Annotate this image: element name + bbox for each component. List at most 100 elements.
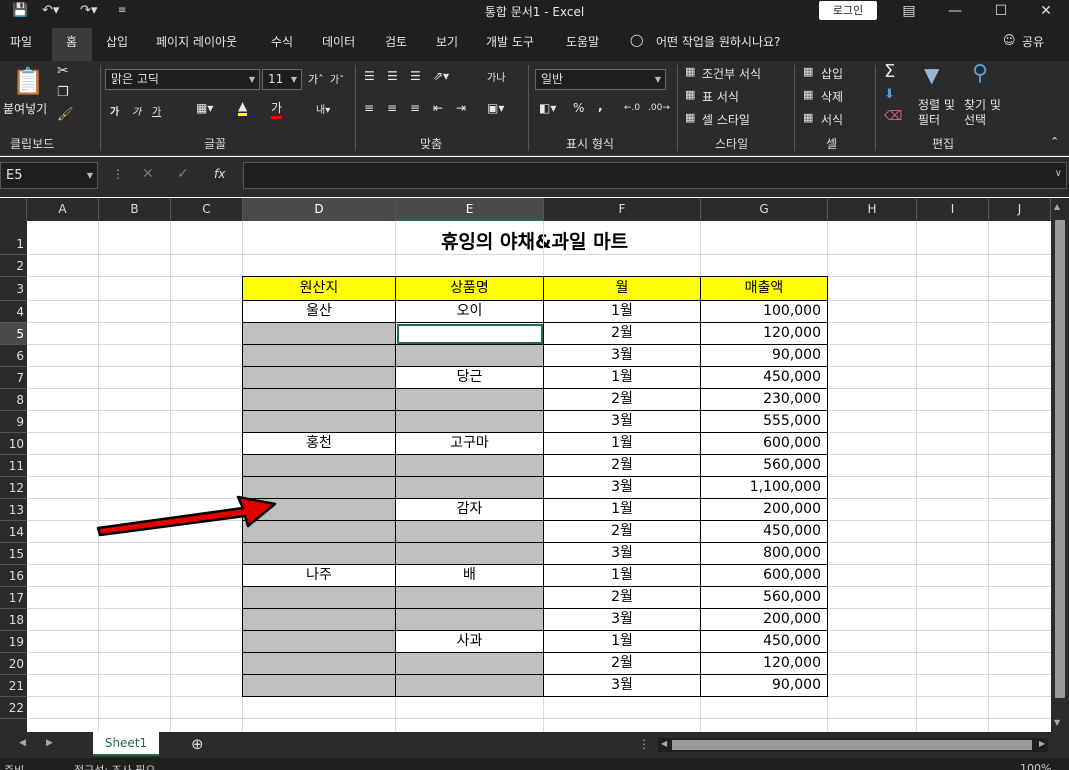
cell-style-icon[interactable]: ▦ [685, 111, 695, 124]
fill-icon[interactable]: ⬇ [884, 87, 895, 102]
col-header-c[interactable]: C [171, 198, 243, 221]
bold-button[interactable]: 가 [110, 103, 119, 118]
month-cell[interactable]: 3월 [543, 608, 701, 631]
row-header-1[interactable]: 1 [0, 221, 27, 255]
ribbon-display-icon[interactable]: ▤ [886, 0, 932, 23]
row-header-9[interactable]: 9 [0, 411, 27, 433]
font-size-select[interactable]: 11 ▼ [262, 69, 302, 90]
month-cell[interactable]: 1월 [543, 366, 701, 389]
tab-view[interactable]: 보기 [436, 33, 458, 50]
tab-developer[interactable]: 개발 도구 [486, 33, 534, 50]
sales-cell[interactable]: 200,000 [700, 608, 828, 631]
row-header-2[interactable]: 2 [0, 255, 27, 277]
border-icon[interactable]: ▦▾ [196, 101, 213, 115]
month-cell[interactable]: 3월 [543, 344, 701, 367]
origin-cell[interactable] [242, 322, 396, 345]
cond-format-icon[interactable]: ▦ [685, 65, 695, 78]
product-cell[interactable]: 오이 [395, 300, 544, 323]
product-cell[interactable]: 감자 [395, 498, 544, 521]
name-box[interactable]: E5 ▼ [0, 162, 98, 189]
autosum-icon[interactable]: Σ [884, 61, 895, 82]
font-name-select[interactable]: 맑은 고딕 ▼ [105, 69, 260, 90]
product-cell[interactable]: 배 [395, 564, 544, 587]
share-button[interactable]: 공유 [1022, 33, 1044, 50]
delete-cells-icon[interactable]: ▦ [803, 88, 813, 101]
origin-cell[interactable]: 울산 [242, 300, 396, 323]
decrease-font-icon[interactable]: 가ˇ [330, 71, 344, 86]
horizontal-scroll-thumb[interactable] [672, 740, 1032, 750]
sales-cell[interactable]: 600,000 [700, 432, 828, 455]
origin-cell[interactable] [242, 410, 396, 433]
cut-icon[interactable]: ✂ [57, 63, 69, 79]
tab-page-layout[interactable]: 페이지 레이아웃 [156, 33, 237, 50]
row-header-8[interactable]: 8 [0, 389, 27, 411]
product-cell[interactable] [395, 476, 544, 499]
month-cell[interactable]: 1월 [543, 498, 701, 521]
origin-cell[interactable] [242, 454, 396, 477]
insert-cells-button[interactable]: 삽입 [821, 65, 843, 82]
origin-cell[interactable] [242, 542, 396, 565]
prev-sheet-icon[interactable]: ◀ [19, 738, 26, 748]
row-header-16[interactable]: 16 [0, 565, 27, 587]
merge-center-icon[interactable]: ▣▾ [487, 101, 504, 115]
origin-cell[interactable]: 나주 [242, 564, 396, 587]
paste-button[interactable]: 붙여넣기 [3, 100, 47, 117]
col-header-j[interactable]: J [989, 198, 1051, 221]
underline-button[interactable]: 가 [152, 103, 161, 118]
sales-cell[interactable]: 555,000 [700, 410, 828, 433]
origin-cell[interactable] [242, 586, 396, 609]
row-header-14[interactable]: 14 [0, 521, 27, 543]
paste-icon[interactable]: 📋 [12, 67, 44, 97]
cond-format-button[interactable]: 조건부 서식 [702, 65, 761, 82]
sales-cell[interactable]: 230,000 [700, 388, 828, 411]
product-cell[interactable] [395, 520, 544, 543]
accessibility-status[interactable]: 접근성: 조사 필요 [74, 762, 156, 770]
align-bottom-icon[interactable]: ☰ [410, 69, 421, 83]
row-header-20[interactable]: 20 [0, 653, 27, 675]
product-cell[interactable]: 당근 [395, 366, 544, 389]
col-header-e[interactable]: E [396, 198, 544, 221]
tell-me-search[interactable]: 어떤 작업을 원하시나요? [656, 33, 780, 50]
scroll-down-icon[interactable]: ▼ [1054, 718, 1060, 727]
header-cell-e[interactable]: 상품명 [395, 276, 544, 301]
align-right-icon[interactable]: ≡ [410, 101, 420, 115]
product-cell[interactable] [395, 344, 544, 367]
format-cells-button[interactable]: 서식 [821, 111, 843, 128]
align-left-icon[interactable]: ≡ [364, 101, 374, 115]
month-cell[interactable]: 2월 [543, 652, 701, 675]
sales-cell[interactable]: 120,000 [700, 652, 828, 675]
sales-cell[interactable]: 450,000 [700, 630, 828, 653]
origin-cell[interactable] [242, 608, 396, 631]
tab-home[interactable]: 홈 [66, 33, 77, 50]
sales-cell[interactable]: 800,000 [700, 542, 828, 565]
cell-grid[interactable]: 휴잉의 야채&과일 마트 원산지 상품명 월 매출액 울산 오이 1월 100,000 2월 12… [27, 221, 1051, 732]
sales-cell[interactable]: 90,000 [700, 344, 828, 367]
fill-color-icon[interactable]: ▲ [238, 99, 248, 116]
wrap-text-button[interactable]: 가나 [487, 69, 505, 84]
product-cell[interactable] [395, 542, 544, 565]
select-all-corner[interactable] [0, 198, 27, 221]
header-cell-d[interactable]: 원산지 [242, 276, 396, 301]
month-cell[interactable]: 2월 [543, 388, 701, 411]
cell-style-button[interactable]: 셀 스타일 [702, 111, 750, 128]
row-header-19[interactable]: 19 [0, 631, 27, 653]
month-cell[interactable]: 3월 [543, 410, 701, 433]
clear-icon[interactable]: ⌫ [884, 109, 902, 124]
find-icon[interactable]: ⚲ [972, 61, 988, 86]
row-header-12[interactable]: 12 [0, 477, 27, 499]
origin-cell[interactable]: 홍천 [242, 432, 396, 455]
tab-help[interactable]: 도움말 [566, 33, 599, 50]
month-cell[interactable]: 3월 [543, 476, 701, 499]
row-header-13[interactable]: 13 [0, 499, 27, 521]
col-header-i[interactable]: I [917, 198, 989, 221]
header-cell-g[interactable]: 매출액 [700, 276, 828, 301]
login-button[interactable]: 로그인 [819, 1, 877, 20]
indent-decrease-icon[interactable]: ⇤ [433, 101, 443, 115]
format-cells-icon[interactable]: ▦ [803, 111, 813, 124]
row-header-4[interactable]: 4 [0, 301, 27, 323]
align-middle-icon[interactable]: ☰ [387, 69, 398, 83]
month-cell[interactable]: 2월 [543, 520, 701, 543]
font-color-button[interactable]: 가 [271, 99, 283, 119]
sales-cell[interactable]: 560,000 [700, 454, 828, 477]
number-format-select[interactable]: 일반 ▼ [535, 69, 666, 90]
